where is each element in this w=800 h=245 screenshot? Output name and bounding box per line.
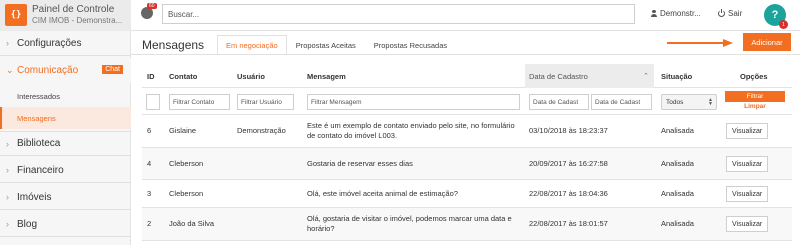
cell-mensagem: Olá, gostaria de visitar o imóvel, podem…	[307, 214, 512, 233]
sidebar-subitem-interessados[interactable]: Interessados	[0, 85, 131, 107]
sidebar-item-label: Imóveis	[17, 191, 52, 203]
sidebar-subitem-label: Interessados	[17, 91, 60, 101]
filter-data-ate-input[interactable]	[591, 94, 652, 110]
user-name: Demonstr...	[660, 9, 701, 18]
view-button[interactable]: Visualizar	[726, 186, 769, 202]
tab-em-negociacao[interactable]: Em negociação	[217, 35, 287, 55]
sidebar-item-label: Configurações	[17, 37, 82, 49]
search-input[interactable]	[162, 4, 635, 24]
header-id[interactable]: ID	[147, 64, 155, 88]
chevron-down-icon: ⌄	[6, 65, 14, 75]
header-data-label: Data de Cadastro	[529, 71, 588, 81]
chevron-right-icon: ›	[6, 138, 9, 149]
chevron-right-icon: ›	[6, 38, 9, 48]
sidebar-item-blog[interactable]: › Blog	[0, 212, 131, 237]
filter-data-de-input[interactable]	[529, 94, 589, 110]
tab-propostas-aceitas[interactable]: Propostas Aceitas	[287, 35, 365, 55]
sidebar-subitem-mensagens[interactable]: Mensagens	[0, 107, 131, 129]
header-situacao[interactable]: Situação	[661, 64, 692, 88]
brand-area: {} Painel de Controle CIM IMOB - Demonst…	[0, 0, 131, 31]
filter-button[interactable]: Filtrar	[725, 91, 785, 102]
sidebar-item-configuracoes[interactable]: › Configurações	[0, 31, 131, 56]
cell-contato: João da Silva	[169, 219, 215, 228]
help-badge: 1	[779, 20, 788, 29]
select-all-checkbox[interactable]	[146, 94, 160, 110]
top-bar: {} Painel de Controle CIM IMOB - Demonst…	[0, 0, 800, 31]
tab-bar: Em negociação Propostas Aceitas Proposta…	[217, 35, 456, 55]
chat-badge[interactable]: Chat	[102, 65, 123, 74]
power-icon	[718, 9, 725, 17]
cell-data: 03/10/2018 às 18:23:37	[529, 126, 608, 135]
cell-situacao: Analisada	[661, 219, 694, 228]
cell-usuario: Demonstração	[237, 126, 286, 135]
sidebar-item-label: Financeiro	[17, 164, 64, 176]
view-button[interactable]: Visualizar	[726, 216, 769, 232]
sidebar-item-comunicacao[interactable]: ⌄ Comunicação Chat	[0, 58, 131, 83]
page-title: Mensagens	[142, 38, 205, 52]
view-button[interactable]: Visualizar	[726, 156, 769, 172]
cell-mensagem: Este é um exemplo de contato enviado pel…	[307, 121, 515, 140]
table-row: 6 Gislaine Demonstração Este é um exempl…	[142, 115, 792, 148]
sidebar-item-label: Blog	[17, 218, 38, 230]
filter-situacao-select[interactable]: Todos ▲ ▼	[661, 94, 717, 110]
filter-usuario-input[interactable]	[237, 94, 294, 110]
header-opcoes: Opções	[740, 71, 768, 81]
filter-situacao-value: Todos	[666, 98, 684, 106]
cell-id: 3	[147, 188, 152, 198]
cell-data: 20/09/2017 às 16:27:58	[529, 158, 608, 168]
cell-situacao: Analisada	[661, 158, 694, 168]
clear-link[interactable]: Limpar	[725, 103, 785, 110]
main-content: Mensagens Em negociação Propostas Aceita…	[131, 31, 800, 245]
sidebar-item-imoveis[interactable]: › Imóveis	[0, 185, 131, 210]
cell-contato: Cleberson	[169, 158, 204, 168]
header-data-cadastro[interactable]: Data de Cadastro ⌃	[525, 64, 654, 88]
filter-row: Todos ▲▼ Filtrar Limpar	[142, 88, 792, 115]
sidebar-subitem-label: Mensagens	[17, 113, 56, 123]
select-arrows-icon: ▲ ▼	[708, 97, 713, 107]
sidebar: › Configurações ⌄ Comunicação Chat Inter…	[0, 31, 131, 245]
notification-badge: 60	[147, 3, 157, 9]
sidebar-item-label: Biblioteca	[17, 138, 61, 149]
logout-button[interactable]: Sair	[718, 9, 742, 18]
filter-contato-input[interactable]	[169, 94, 230, 110]
cell-mensagem: Olá, este imóvel aceita animal de estima…	[307, 188, 458, 198]
cell-contato: Cleberson	[169, 188, 204, 198]
cell-data: 22/08/2017 às 18:01:57	[529, 219, 608, 228]
logout-label: Sair	[728, 9, 743, 18]
user-icon	[651, 10, 657, 17]
chevron-right-icon: ›	[6, 192, 9, 202]
tab-propostas-recusadas[interactable]: Propostas Recusadas	[365, 35, 456, 55]
cell-id: 4	[147, 158, 152, 168]
cell-id: 2	[147, 219, 152, 228]
table-row: 4 Cleberson Gostaria de reservar esses d…	[142, 148, 792, 180]
cell-situacao: Analisada	[661, 188, 694, 198]
chevron-right-icon: ›	[6, 165, 9, 175]
tabs-divider	[131, 54, 800, 55]
table-row: 3 Cleberson Olá, este imóvel aceita anim…	[142, 180, 792, 208]
brand-subtitle: CIM IMOB - Demonstra...	[32, 16, 123, 25]
header-contato[interactable]: Contato	[169, 64, 197, 88]
cell-mensagem: Gostaria de reservar esses dias	[307, 158, 413, 168]
sidebar-item-biblioteca[interactable]: › Biblioteca	[0, 131, 131, 156]
filter-mensagem-input[interactable]	[307, 94, 520, 110]
header-usuario[interactable]: Usuário	[237, 64, 265, 88]
cell-contato: Gislaine	[169, 126, 197, 135]
table-header: ID Contato Usuário Mensagem Data de Cada…	[142, 64, 792, 88]
messages-table: ID Contato Usuário Mensagem Data de Cada…	[142, 64, 792, 245]
logo[interactable]: {}	[5, 4, 27, 26]
sidebar-item-financeiro[interactable]: › Financeiro	[0, 158, 131, 183]
view-button[interactable]: Visualizar	[726, 123, 769, 139]
brand-title: Painel de Controle	[32, 4, 115, 15]
chevron-right-icon: ›	[6, 219, 9, 229]
sort-up-icon: ⌃	[643, 73, 649, 80]
table-row: 2 João da Silva Olá, gostaria de visitar…	[142, 208, 792, 241]
cell-situacao: Analisada	[661, 126, 694, 135]
user-menu[interactable]: Demonstr...	[651, 9, 701, 18]
add-button[interactable]: Adicionar	[743, 33, 791, 51]
sidebar-item-label: Comunicação	[17, 65, 79, 76]
header-mensagem[interactable]: Mensagem	[307, 64, 346, 88]
cell-id: 6	[147, 126, 152, 135]
cell-data: 22/08/2017 às 18:04:36	[529, 188, 608, 198]
arrow-right-icon	[667, 39, 733, 47]
